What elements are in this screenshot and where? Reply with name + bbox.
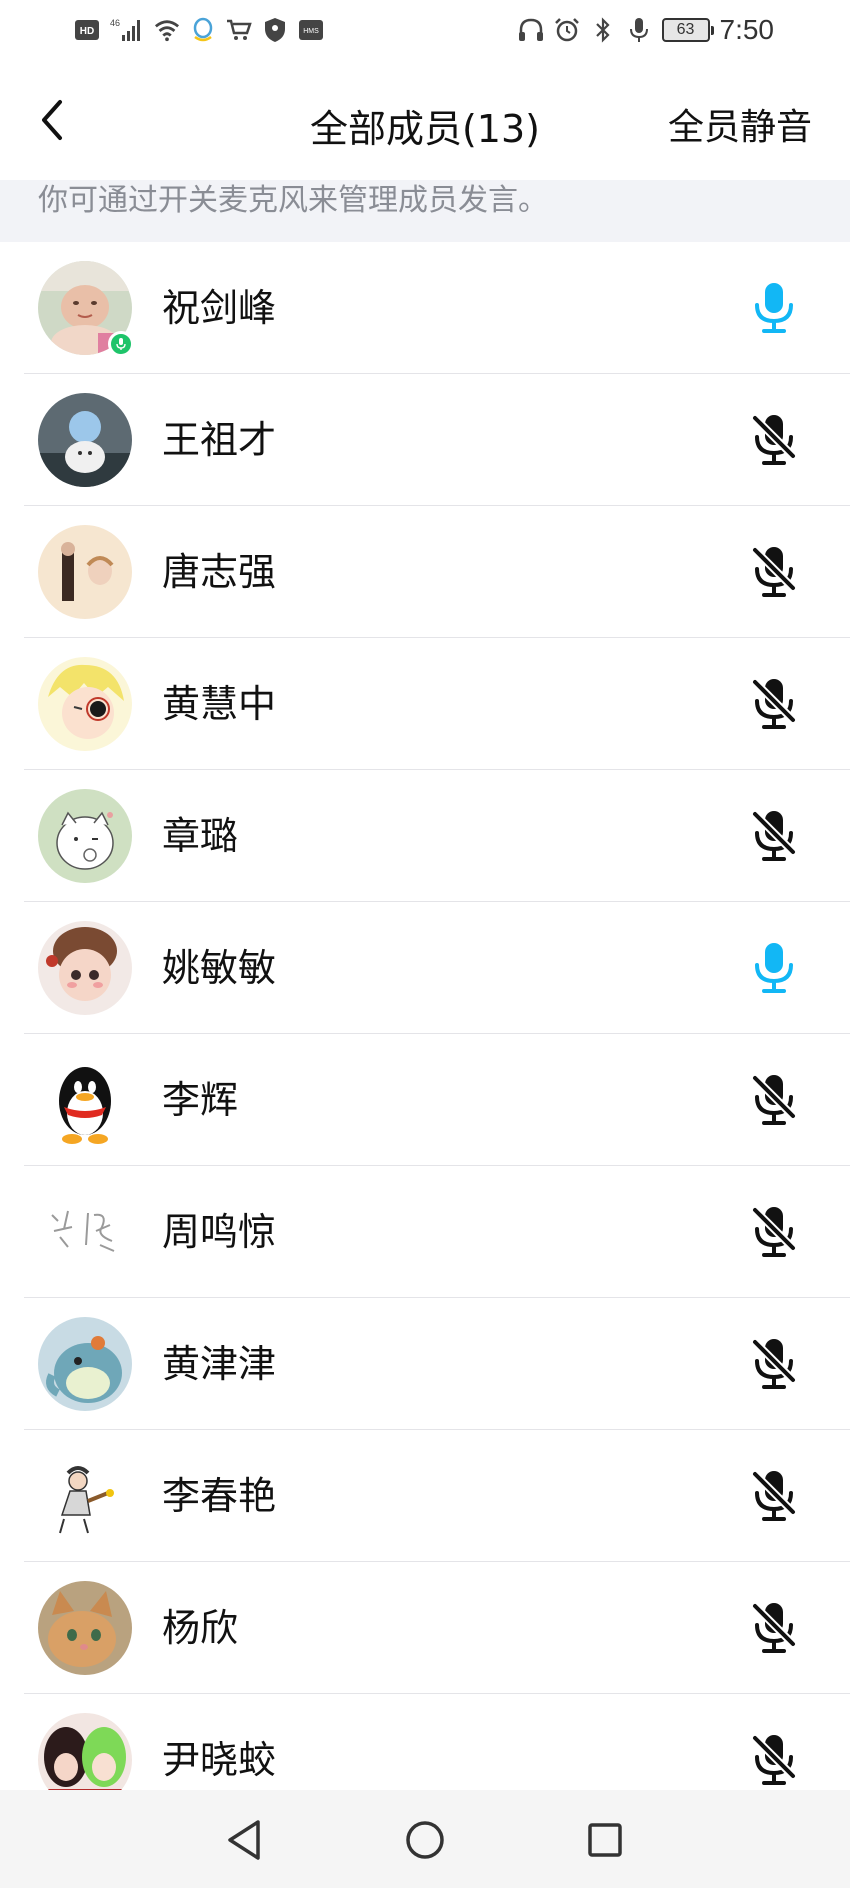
member-row[interactable]: 李辉 <box>0 1034 850 1166</box>
cart-icon <box>226 17 252 43</box>
signal-4g-icon: 46 <box>110 17 144 43</box>
member-name: 黄慧中 <box>162 682 277 726</box>
mic-off-button[interactable] <box>742 804 806 868</box>
alarm-icon <box>554 17 580 43</box>
mic-muted-icon <box>751 1470 797 1521</box>
mic-muted-icon <box>751 810 797 861</box>
mic-muted-icon <box>751 546 797 597</box>
hint-banner: 你可通过开关麦克风来管理成员发言。 <box>0 180 850 242</box>
avatar[interactable] <box>38 921 132 1015</box>
member-list[interactable]: 祝剑峰 王祖才 唐志强 黄慧中 章璐 姚敏敏 李辉 周鸣惊 黄津津 李春艳 杨欣… <box>0 242 850 1790</box>
mic-off-button[interactable] <box>742 1728 806 1790</box>
system-nav-bar <box>0 1790 850 1888</box>
hint-text: 你可通过开关麦克风来管理成员发言。 <box>38 183 548 218</box>
mic-muted-icon <box>751 1602 797 1653</box>
member-row[interactable]: 姚敏敏 <box>0 902 850 1034</box>
mic-off-button[interactable] <box>742 1464 806 1528</box>
nav-home-button[interactable] <box>399 1814 451 1866</box>
member-row[interactable]: 黄津津 <box>0 1298 850 1430</box>
bluetooth-icon <box>590 17 616 43</box>
status-left-icons: HD 46 HMS <box>74 10 324 50</box>
mic-muted-icon <box>751 1074 797 1125</box>
mic-off-button[interactable] <box>742 672 806 736</box>
mute-all-button[interactable]: 全员静音 <box>668 98 812 150</box>
mic-muted-icon <box>751 1734 797 1785</box>
member-row[interactable]: 黄慧中 <box>0 638 850 770</box>
recent-square-icon <box>588 1823 622 1857</box>
speaking-badge-icon <box>108 331 134 357</box>
member-name: 祝剑峰 <box>162 286 277 330</box>
member-row[interactable]: 章璐 <box>0 770 850 902</box>
mic-off-button[interactable] <box>742 1332 806 1396</box>
member-name: 章璐 <box>162 814 239 858</box>
svg-text:HD: HD <box>80 26 94 37</box>
status-right-icons: 63 7:50 <box>518 10 775 50</box>
shield-icon <box>262 17 288 43</box>
avatar[interactable] <box>38 261 134 357</box>
mic-off-button[interactable] <box>742 1596 806 1660</box>
mic-off-button[interactable] <box>742 540 806 604</box>
mic-on-icon <box>755 943 793 993</box>
member-row[interactable]: 周鸣惊 <box>0 1166 850 1298</box>
member-name: 姚敏敏 <box>162 946 277 990</box>
mic-on-icon <box>755 283 793 333</box>
member-row[interactable]: 李春艳 <box>0 1430 850 1562</box>
avatar[interactable] <box>38 393 132 487</box>
battery-icon: 63 <box>661 18 714 42</box>
svg-text:HMS: HMS <box>303 28 319 35</box>
mic-off-button[interactable] <box>742 1068 806 1132</box>
member-name: 唐志强 <box>162 550 277 594</box>
svg-text:46: 46 <box>110 18 120 28</box>
avatar[interactable] <box>38 1317 132 1411</box>
avatar[interactable] <box>38 1713 132 1790</box>
mic-muted-icon <box>751 1338 797 1389</box>
mic-off-button[interactable] <box>742 1200 806 1264</box>
member-name: 周鸣惊 <box>162 1210 277 1254</box>
home-circle-icon <box>406 1821 444 1859</box>
mic-muted-icon <box>751 414 797 465</box>
avatar[interactable] <box>38 789 132 883</box>
status-bar: HD 46 HMS 63 7:50 <box>0 0 850 60</box>
nav-recent-button[interactable] <box>579 1814 631 1866</box>
member-row[interactable]: 唐志强 <box>0 506 850 638</box>
mic-off-button[interactable] <box>742 408 806 472</box>
hd-icon: HD <box>74 17 100 43</box>
member-name: 李春艳 <box>162 1474 277 1518</box>
hms-icon: HMS <box>298 17 324 43</box>
member-name: 杨欣 <box>162 1606 239 1650</box>
avatar[interactable] <box>38 1581 132 1675</box>
wifi-icon <box>154 17 180 43</box>
member-row[interactable]: 王祖才 <box>0 374 850 506</box>
member-name: 李辉 <box>162 1078 239 1122</box>
mic-on-button[interactable] <box>742 936 806 1000</box>
status-time: 7:50 <box>719 14 775 45</box>
avatar[interactable] <box>38 657 132 751</box>
mic-on-button[interactable] <box>742 276 806 340</box>
member-name: 尹晓蛟 <box>162 1738 277 1782</box>
back-triangle-icon <box>228 1820 260 1860</box>
avatar[interactable] <box>38 525 132 619</box>
member-name: 王祖才 <box>162 418 277 462</box>
headphones-icon <box>518 17 544 43</box>
mic-muted-icon <box>751 1206 797 1257</box>
avatar[interactable] <box>38 1449 132 1543</box>
avatar[interactable] <box>38 1053 132 1147</box>
member-row[interactable]: 尹晓蛟 <box>0 1694 850 1790</box>
nav-back-button[interactable] <box>218 1814 270 1866</box>
avatar[interactable] <box>38 1185 132 1279</box>
top-app-bar: 全部成员(13) 全员静音 <box>0 60 850 180</box>
microphone-icon <box>626 17 652 43</box>
member-name: 黄津津 <box>162 1342 277 1386</box>
member-row[interactable]: 祝剑峰 <box>0 242 850 374</box>
member-row[interactable]: 杨欣 <box>0 1562 850 1694</box>
qq-icon <box>190 17 216 43</box>
mic-muted-icon <box>751 678 797 729</box>
